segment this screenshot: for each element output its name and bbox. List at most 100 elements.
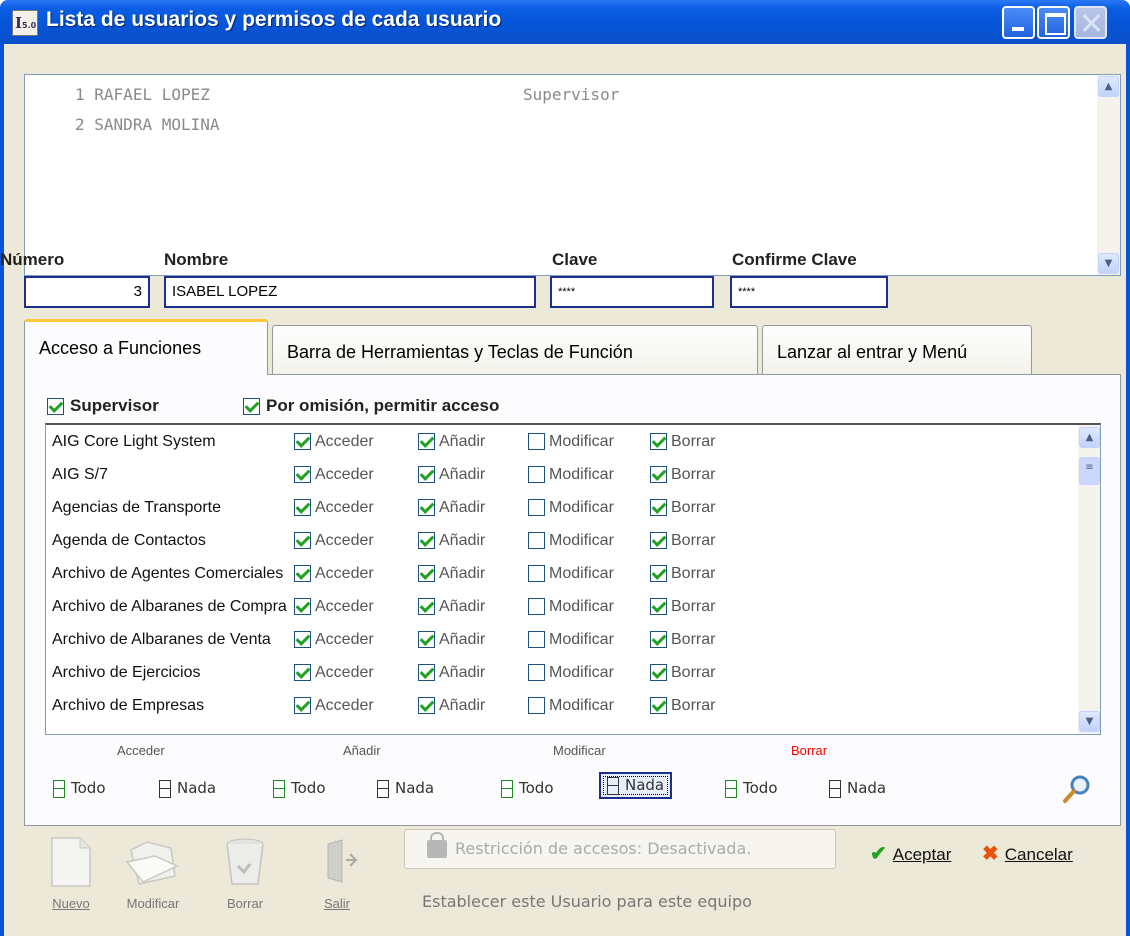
borrar-nada-button[interactable]: Nada (829, 779, 886, 798)
acceder-checkbox[interactable]: Acceder (294, 598, 374, 616)
function-name: Archivo de Ejercicios (52, 664, 201, 681)
borrar-todo-button[interactable]: Todo (725, 779, 778, 798)
scroll-up-icon[interactable]: ▲ (1098, 76, 1119, 97)
establecer-usuario-link[interactable]: Establecer este Usuario para este equipo (422, 892, 752, 911)
borrar-checkbox[interactable]: Borrar (650, 631, 715, 649)
acceder-checkbox[interactable]: Acceder (294, 466, 374, 484)
modificar-checkbox[interactable]: Modificar (528, 598, 614, 616)
modificar-label: Modificar (549, 499, 614, 516)
modificar-checkbox[interactable]: Modificar (528, 466, 614, 484)
anadir-checkbox[interactable]: Añadir (418, 697, 485, 715)
list-item[interactable]: 1 RAFAEL LOPEZ (75, 85, 210, 104)
anadir-checkbox[interactable]: Añadir (418, 466, 485, 484)
permissions-list[interactable]: Archivo de Empresas Acceder Añadir Modifica… (45, 423, 1101, 735)
minimize-button[interactable] (1002, 6, 1035, 39)
nuevo-button[interactable]: Nuevo (36, 836, 106, 911)
tab-lanzar-menu[interactable]: Lanzar al entrar y Menú (762, 325, 1032, 377)
cancelar-button[interactable]: ✖ Cancelar (982, 841, 1073, 866)
borrar-checkbox[interactable]: Borrar (650, 598, 715, 616)
permission-row[interactable]: Archivo de Albaranes de Compra Acceder Aña… (46, 592, 1076, 625)
permission-row[interactable]: AIG S/7 Acceder Añadir Modificar Borrar (46, 460, 1076, 493)
checkbox-unchecked-icon (528, 433, 545, 451)
checkbox-unchecked-icon (528, 466, 545, 484)
permission-row[interactable]: Archivo de Ejercicios Acceder Añadir Modifi… (46, 658, 1076, 691)
acceder-checkbox[interactable]: Acceder (294, 499, 374, 517)
permission-row[interactable]: Archivo de Empresas Acceder Añadir Modifica… (46, 691, 1076, 724)
checkbox-checked-icon (418, 499, 435, 517)
numero-field[interactable]: 3 (24, 276, 150, 308)
default-access-checkbox[interactable]: Por omisión, permitir acceso (243, 396, 499, 416)
new-document-icon (51, 837, 91, 887)
maximize-button[interactable] (1037, 6, 1070, 39)
supervisor-checkbox[interactable]: Supervisor (47, 396, 159, 416)
list-item[interactable]: 2 SANDRA MOLINA (75, 115, 220, 134)
scroll-up-icon[interactable]: ▲ (1079, 427, 1100, 448)
confirme-clave-field[interactable]: **** (730, 276, 888, 308)
borrar-checkbox[interactable]: Borrar (650, 532, 715, 550)
anadir-checkbox[interactable]: Añadir (418, 499, 485, 517)
user-list-scrollbar[interactable]: ▲ ▼ (1097, 75, 1120, 275)
dialog-body: 1 RAFAEL LOPEZ Supervisor 2 SANDRA MOLIN… (0, 44, 1126, 936)
user-list[interactable]: 1 RAFAEL LOPEZ Supervisor 2 SANDRA MOLIN… (24, 74, 1121, 276)
acceder-checkbox[interactable]: Acceder (294, 631, 374, 649)
acceder-todo-button[interactable]: Todo (53, 779, 106, 798)
function-name: AIG S/7 (52, 466, 109, 483)
permission-row[interactable]: AIG Core Light System Acceder Añadir Modifi… (46, 427, 1076, 460)
anadir-todo-button[interactable]: Todo (273, 779, 326, 798)
tab-barra-herramientas[interactable]: Barra de Herramientas y Teclas de Funció… (272, 325, 758, 377)
scroll-down-icon[interactable]: ▼ (1079, 711, 1100, 732)
acceder-checkbox[interactable]: Acceder (294, 664, 374, 682)
anadir-checkbox[interactable]: Añadir (418, 433, 485, 451)
title-bar[interactable]: I5.0 Lista de usuarios y permisos de cad… (0, 0, 1130, 44)
borrar-checkbox[interactable]: Borrar (650, 433, 715, 451)
borrar-button[interactable]: Borrar (210, 836, 280, 911)
clave-field[interactable]: **** (550, 276, 714, 308)
permission-row[interactable]: Archivo de Albaranes de Venta Acceder Añad… (46, 625, 1076, 658)
permission-row[interactable]: Agencias de Transporte Acceder Añadir Modif… (46, 493, 1076, 526)
permissions-scrollbar[interactable]: ▲ ≡ ▼ (1078, 425, 1100, 734)
borrar-checkbox[interactable]: Borrar (650, 697, 715, 715)
aceptar-button[interactable]: ✔ Aceptar (870, 841, 951, 866)
modificar-checkbox[interactable]: Modificar (528, 631, 614, 649)
nombre-field[interactable]: ISABEL LOPEZ (164, 276, 536, 308)
permission-row[interactable]: Archivo de Agentes Comerciales Acceder Aña… (46, 559, 1076, 592)
acceder-label: Acceder (315, 532, 374, 549)
modificar-nada-button[interactable]: Nada (599, 772, 673, 799)
close-button[interactable] (1074, 6, 1107, 39)
modificar-todo-button[interactable]: Todo (501, 779, 554, 798)
function-name: Archivo de Albaranes de Venta (52, 631, 271, 648)
anadir-nada-button[interactable]: Nada (377, 779, 434, 798)
scroll-down-icon[interactable]: ▼ (1098, 253, 1119, 274)
anadir-checkbox[interactable]: Añadir (418, 631, 485, 649)
acceder-nada-button[interactable]: Nada (159, 779, 216, 798)
restriccion-button[interactable]: Restricción de accesos: Desactivada. (404, 829, 836, 869)
permission-row[interactable]: Agenda de Contactos Acceder Añadir Modifica… (46, 526, 1076, 559)
borrar-checkbox[interactable]: Borrar (650, 565, 715, 583)
anadir-checkbox[interactable]: Añadir (418, 532, 485, 550)
checkbox-checked-icon (650, 697, 667, 715)
borrar-checkbox[interactable]: Borrar (650, 664, 715, 682)
modificar-checkbox[interactable]: Modificar (528, 664, 614, 682)
acceder-checkbox[interactable]: Acceder (294, 697, 374, 715)
anadir-checkbox[interactable]: Añadir (418, 598, 485, 616)
borrar-checkbox[interactable]: Borrar (650, 466, 715, 484)
acceder-checkbox[interactable]: Acceder (294, 532, 374, 550)
modificar-checkbox[interactable]: Modificar (528, 565, 614, 583)
checkmark-icon: ✔ (870, 843, 887, 865)
function-name: Archivo de Agentes Comerciales (52, 565, 284, 582)
anadir-checkbox[interactable]: Añadir (418, 565, 485, 583)
modificar-checkbox[interactable]: Modificar (528, 499, 614, 517)
acceder-label: Acceder (315, 499, 374, 516)
search-icon[interactable] (1061, 773, 1093, 805)
salir-button[interactable]: Salir (302, 836, 372, 911)
acceder-checkbox[interactable]: Acceder (294, 565, 374, 583)
anadir-checkbox[interactable]: Añadir (418, 664, 485, 682)
modificar-checkbox[interactable]: Modificar (528, 433, 614, 451)
modificar-checkbox[interactable]: Modificar (528, 532, 614, 550)
modificar-checkbox[interactable]: Modificar (528, 697, 614, 715)
modificar-button[interactable]: Modificar (118, 836, 188, 911)
borrar-checkbox[interactable]: Borrar (650, 499, 715, 517)
acceder-checkbox[interactable]: Acceder (294, 433, 374, 451)
tab-acceso-funciones[interactable]: Acceso a Funciones (24, 319, 268, 375)
scroll-thumb[interactable]: ≡ (1079, 457, 1100, 485)
